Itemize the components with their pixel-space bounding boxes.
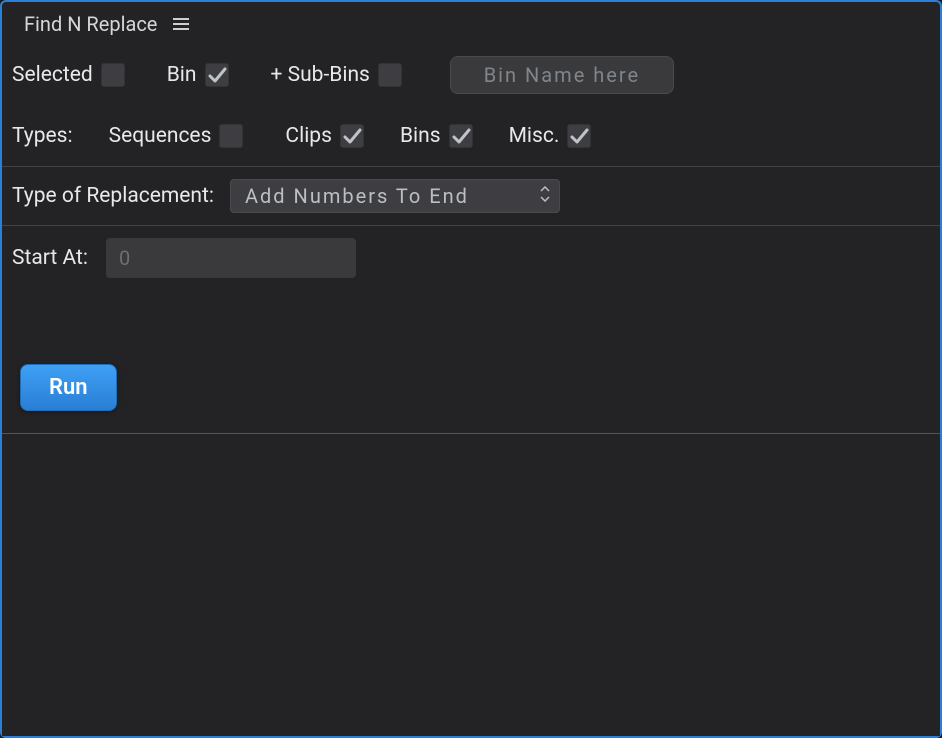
subbins-label: + Sub-Bins [271, 63, 370, 87]
clips-label: Clips [285, 124, 332, 148]
sequences-checkbox[interactable] [219, 124, 243, 148]
start-at-input[interactable] [106, 238, 356, 278]
menu-icon[interactable] [171, 14, 191, 34]
panel-header: Find N Replace [2, 2, 940, 44]
bins-label: Bins [400, 124, 441, 148]
run-button[interactable]: Run [20, 364, 117, 411]
action-row: Run [2, 356, 940, 434]
selected-checkbox[interactable] [101, 63, 125, 87]
bin-label: Bin [167, 63, 197, 87]
bins-checkbox[interactable] [449, 124, 473, 148]
subbins-checkbox[interactable] [378, 63, 402, 87]
types-row: Types: Sequences Clips Bins Misc. [2, 114, 940, 167]
misc-checkbox[interactable] [567, 124, 591, 148]
sequences-label: Sequences [109, 124, 212, 148]
clips-checkbox[interactable] [340, 124, 364, 148]
replacement-select-value: Add Numbers To End [245, 184, 469, 208]
spacer [2, 286, 940, 356]
output-area [2, 434, 940, 736]
start-at-row: Start At: [2, 226, 940, 286]
replacement-select-wrap: Add Numbers To End [230, 179, 560, 213]
replacement-row: Type of Replacement: Add Numbers To End [2, 167, 940, 226]
types-label: Types: [12, 124, 73, 148]
selected-label: Selected [12, 63, 93, 87]
start-at-label: Start At: [12, 246, 88, 270]
source-row: Selected Bin + Sub-Bins [2, 44, 940, 114]
bin-checkbox[interactable] [205, 63, 229, 87]
replacement-label: Type of Replacement: [12, 184, 214, 208]
bin-name-input[interactable] [450, 56, 674, 94]
misc-label: Misc. [509, 124, 560, 148]
find-n-replace-panel: Find N Replace Selected Bin + Sub-Bins T… [0, 0, 942, 738]
replacement-select[interactable]: Add Numbers To End [230, 179, 560, 213]
panel-title: Find N Replace [24, 12, 157, 36]
